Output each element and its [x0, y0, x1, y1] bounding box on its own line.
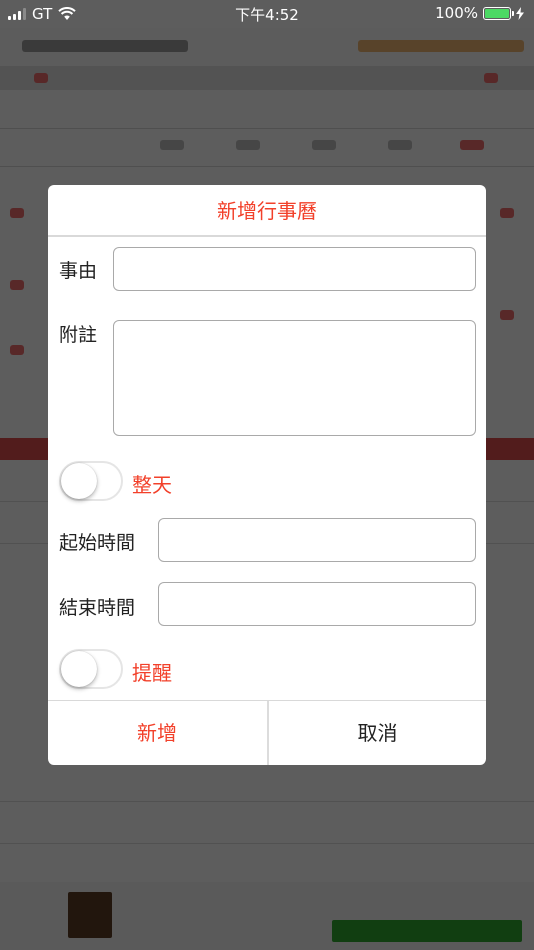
add-button[interactable]: 新增	[48, 701, 266, 765]
battery-nub	[512, 10, 514, 16]
add-calendar-event-dialog: 新增行事曆 事由 附註 整天 起始時間 結束時間 提醒 新增 取消	[48, 185, 486, 765]
all-day-label: 整天	[132, 473, 172, 497]
end-time-label: 結束時間	[59, 597, 136, 619]
start-time-label: 起始時間	[59, 532, 136, 554]
status-bar: GT 下午4:52 100%	[0, 0, 534, 28]
status-right: 100%	[435, 4, 524, 22]
note-textarea[interactable]	[113, 320, 476, 436]
all-day-toggle-knob	[61, 463, 97, 499]
subject-input[interactable]	[113, 247, 476, 291]
battery-fill	[485, 8, 509, 18]
note-label: 附註	[59, 324, 98, 346]
reminder-toggle-knob	[61, 651, 97, 687]
reminder-label: 提醒	[132, 661, 172, 685]
start-time-input[interactable]	[158, 518, 476, 562]
dialog-button-row: 新增 取消	[48, 700, 486, 765]
dialog-title: 新增行事曆	[48, 185, 486, 237]
end-time-input[interactable]	[158, 582, 476, 626]
all-day-toggle[interactable]	[59, 461, 123, 501]
charging-bolt-icon	[516, 6, 524, 20]
cancel-button[interactable]: 取消	[267, 701, 486, 765]
battery-percent: 100%	[435, 4, 478, 22]
reminder-toggle[interactable]	[59, 649, 123, 689]
subject-label: 事由	[59, 260, 98, 282]
battery-icon	[483, 6, 514, 20]
